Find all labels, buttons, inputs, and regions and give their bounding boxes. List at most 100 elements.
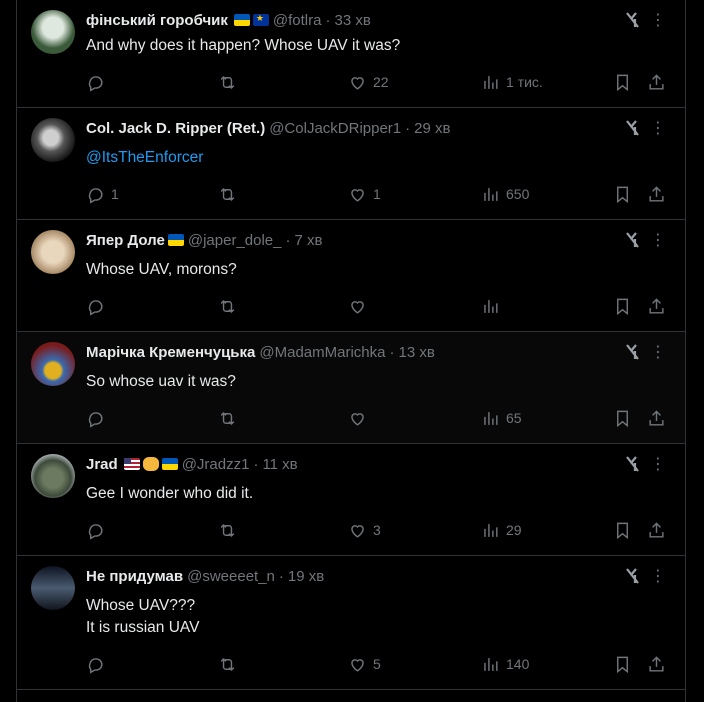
display-name[interactable]: Япер Доле xyxy=(86,232,165,249)
reply-tweet[interactable]: Jrad @Jradzz1 · 11 хв ⋮ Gee I wonder who… xyxy=(17,444,685,556)
views-icon xyxy=(484,411,498,425)
tweet-text: @ItsTheEnforcer xyxy=(86,147,203,169)
views-button[interactable]: 140 xyxy=(481,653,529,675)
more-icon[interactable]: ⋮ xyxy=(649,12,667,30)
reply-tweet[interactable]: фінський горобчик @fotlra · 33 хв ⋮ And … xyxy=(17,0,685,108)
avatar[interactable] xyxy=(31,566,75,610)
repost-button[interactable] xyxy=(218,653,243,675)
handle[interactable]: @japer_dole_ xyxy=(188,232,282,249)
mention-link[interactable]: @ItsTheEnforcer xyxy=(86,149,203,166)
like-button[interactable]: 22 xyxy=(348,71,389,93)
repost-button[interactable] xyxy=(218,183,243,205)
grok-icon[interactable] xyxy=(623,10,643,30)
like-button[interactable] xyxy=(348,295,373,317)
grok-icon[interactable] xyxy=(623,454,643,474)
views-button[interactable]: 65 xyxy=(481,407,522,429)
share-button[interactable] xyxy=(647,519,666,541)
reply-button[interactable] xyxy=(86,407,111,429)
grok-icon[interactable] xyxy=(623,118,643,138)
repost-icon xyxy=(220,523,235,537)
avatar[interactable] xyxy=(31,342,75,386)
display-name[interactable]: Не придумав xyxy=(86,568,183,585)
like-button[interactable]: 1 xyxy=(348,183,381,205)
tweet-actions: 3 29 xyxy=(86,519,671,541)
reply-tweet[interactable]: Япер Доле @japer_dole_ · 7 хв ⋮ Whose UA… xyxy=(17,220,685,332)
timestamp[interactable]: 19 хв xyxy=(288,568,324,585)
like-button[interactable] xyxy=(348,407,373,429)
grok-icon[interactable] xyxy=(623,342,643,362)
more-icon[interactable]: ⋮ xyxy=(649,232,667,250)
share-icon xyxy=(649,521,664,538)
grok-icon[interactable] xyxy=(623,230,643,250)
handle[interactable]: @MadamMarichka xyxy=(259,344,385,361)
timestamp[interactable]: 33 хв xyxy=(334,12,370,29)
bookmark-button[interactable] xyxy=(613,407,632,429)
reply-button[interactable] xyxy=(86,653,111,675)
like-button[interactable]: 5 xyxy=(348,653,381,675)
bookmark-icon xyxy=(617,298,628,315)
repost-icon xyxy=(220,299,235,313)
reply-button[interactable] xyxy=(86,519,111,541)
like-icon xyxy=(351,412,364,426)
bookmark-icon xyxy=(617,656,628,673)
bookmark-button[interactable] xyxy=(613,519,632,541)
share-button[interactable] xyxy=(647,71,666,93)
repost-button[interactable] xyxy=(218,519,243,541)
more-icon[interactable]: ⋮ xyxy=(649,120,667,138)
display-name[interactable]: Марічка Кременчуцька xyxy=(86,344,255,361)
display-name[interactable]: фінський горобчик xyxy=(86,12,228,29)
more-icon[interactable]: ⋮ xyxy=(649,568,667,586)
timestamp[interactable]: 7 хв xyxy=(295,232,323,249)
avatar[interactable] xyxy=(31,230,75,274)
share-button[interactable] xyxy=(647,183,666,205)
bookmark-button[interactable] xyxy=(613,71,632,93)
views-button[interactable]: 650 xyxy=(481,183,529,205)
handle[interactable]: @fotlra xyxy=(273,12,322,29)
share-button[interactable] xyxy=(647,295,666,317)
like-icon xyxy=(351,524,364,538)
tweet-header: фінський горобчик @fotlra · 33 хв xyxy=(86,10,371,30)
bookmark-button[interactable] xyxy=(613,183,632,205)
handle[interactable]: @ColJackDRipper1 xyxy=(269,120,401,137)
like-button[interactable]: 3 xyxy=(348,519,381,541)
tweet-text: And why does it happen? Whose UAV it was… xyxy=(86,37,401,54)
timestamp[interactable]: 29 хв xyxy=(414,120,450,137)
like-count: 1 xyxy=(373,186,381,202)
avatar[interactable] xyxy=(31,118,75,162)
repost-icon xyxy=(220,187,235,201)
reply-tweet[interactable]: Не придумав @sweeeet_n · 19 хв ⋮ Whose U… xyxy=(17,556,685,690)
repost-button[interactable] xyxy=(218,295,243,317)
repost-button[interactable] xyxy=(218,71,243,93)
tweet-header: Col. Jack D. Ripper (Ret.) @ColJackDRipp… xyxy=(86,118,450,138)
views-button[interactable]: 29 xyxy=(481,519,522,541)
reply-count: 1 xyxy=(111,186,119,202)
share-button[interactable] xyxy=(647,407,666,429)
tweet-text-line: Whose UAV??? xyxy=(86,597,196,614)
avatar[interactable] xyxy=(31,10,75,54)
reply-tweet[interactable]: Col. Jack D. Ripper (Ret.) @ColJackDRipp… xyxy=(17,108,685,220)
handle[interactable]: @Jradzz1 xyxy=(182,456,250,473)
timestamp[interactable]: 11 хв xyxy=(262,456,297,473)
reply-button[interactable] xyxy=(86,71,111,93)
more-icon[interactable]: ⋮ xyxy=(649,344,667,362)
views-count: 29 xyxy=(506,522,522,538)
more-icon[interactable]: ⋮ xyxy=(649,456,667,474)
display-name[interactable]: Jrad xyxy=(86,456,118,473)
handle[interactable]: @sweeeet_n xyxy=(187,568,275,585)
bookmark-button[interactable] xyxy=(613,653,632,675)
repost-button[interactable] xyxy=(218,407,243,429)
reply-tweet[interactable]: Марічка Кременчуцька @MadamMarichka · 13… xyxy=(17,332,685,444)
views-button[interactable]: 1 тис. xyxy=(481,71,543,93)
bookmark-button[interactable] xyxy=(613,295,632,317)
display-name[interactable]: Col. Jack D. Ripper (Ret.) xyxy=(86,120,265,137)
timestamp[interactable]: 13 хв xyxy=(398,344,434,361)
grok-icon[interactable] xyxy=(623,566,643,586)
like-icon xyxy=(351,658,364,672)
reply-button[interactable] xyxy=(86,295,111,317)
tweet-actions: 22 1 тис. xyxy=(86,71,671,93)
avatar[interactable] xyxy=(31,454,75,498)
like-icon xyxy=(351,188,364,202)
reply-button[interactable]: 1 xyxy=(86,183,119,205)
share-button[interactable] xyxy=(647,653,666,675)
views-button[interactable] xyxy=(481,295,506,317)
